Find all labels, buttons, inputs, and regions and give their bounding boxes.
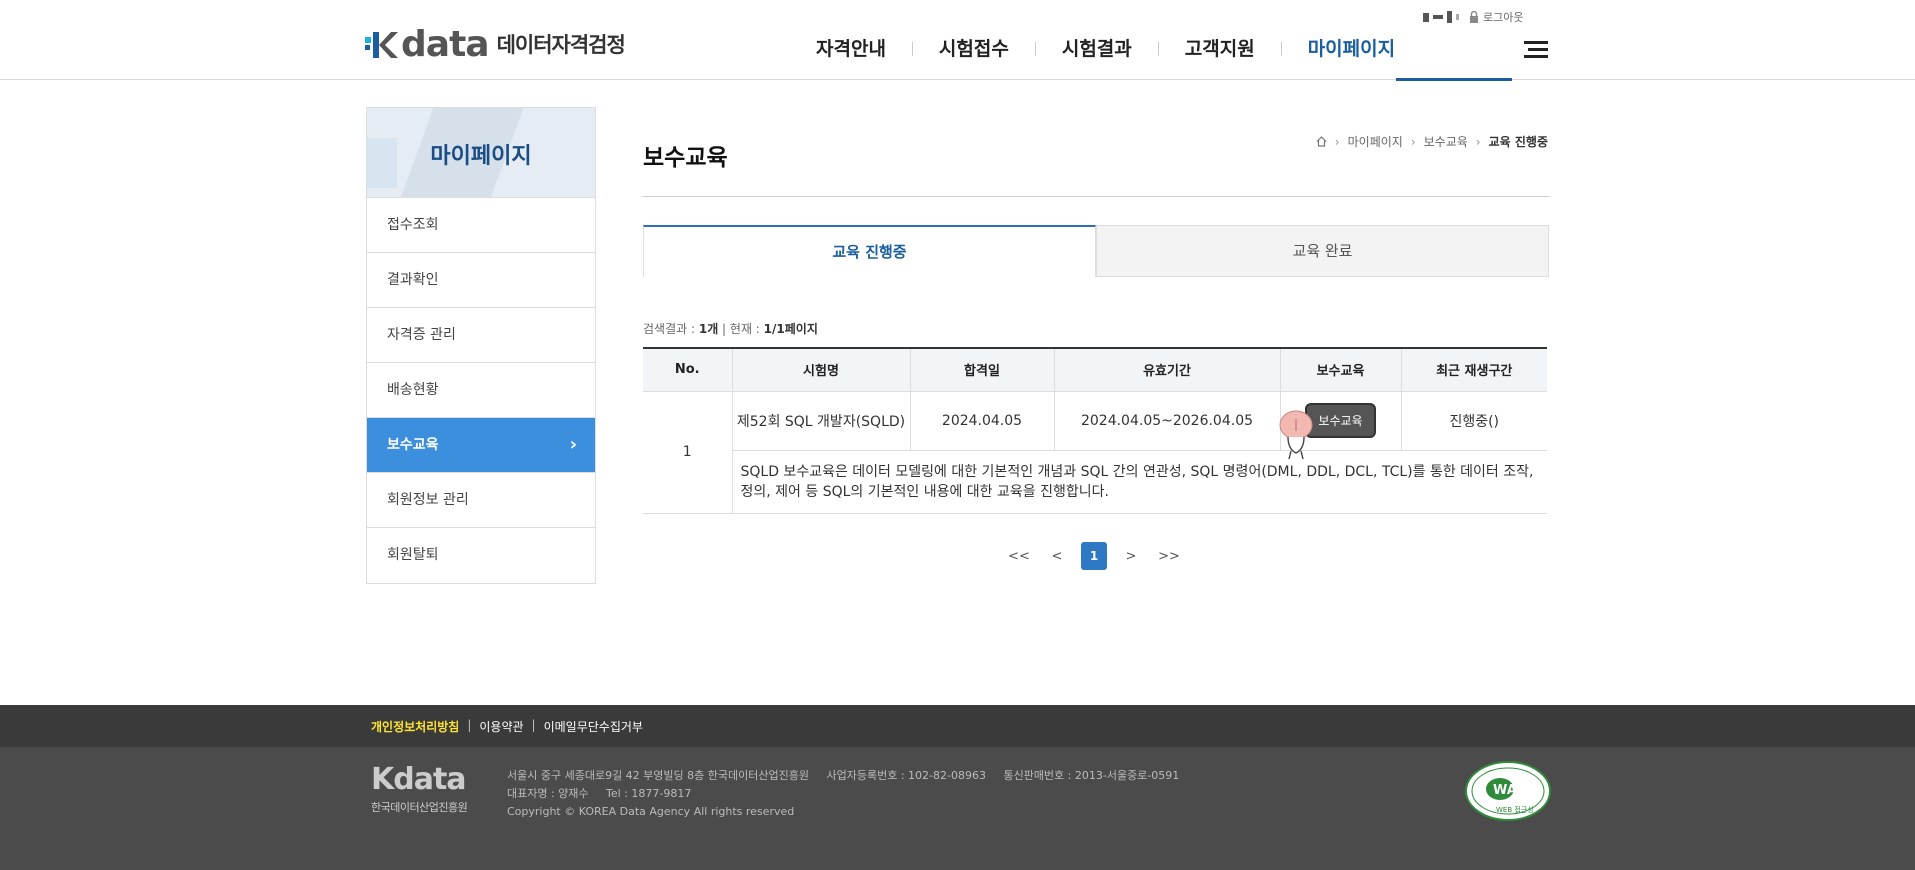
breadcrumb-current: 교육 진행중 (1488, 135, 1548, 149)
footer-logo-wordmark: Kdata (371, 762, 467, 797)
result-divider: | 현재 : (718, 322, 764, 336)
nav-item-mypage[interactable]: 마이페이지 (1282, 36, 1421, 62)
footer-links: 개인정보처리방침 | 이용약관 | 이메일무단수집거부 (371, 718, 643, 735)
cell-validity: 2024.04.05~2026.04.05 (1053, 391, 1280, 451)
result-count: 검색결과 : 1개 | 현재 : 1/1페이지 (643, 320, 818, 337)
pagination: << < 1 > >> (1000, 542, 1188, 570)
cell-description: SQLD 보수교육은 데이터 모델링에 대한 기본적인 개념과 SQL 간의 연… (731, 450, 1547, 514)
sidebar: 마이페이지 접수조회 결과확인 자격증 관리 배송현황 보수교육 › 회원정보 … (366, 107, 596, 584)
result-count-value: 1개 (698, 322, 719, 336)
result-page-value: 1/1페이지 (763, 322, 818, 336)
nav-item-support[interactable]: 고객지원 (1159, 36, 1281, 62)
svg-text:WEB 접근성: WEB 접근성 (1496, 805, 1534, 814)
nav-item-qualification-info[interactable]: 자격안내 (790, 36, 912, 62)
column-header-exam: 시험명 (731, 347, 910, 392)
column-header-validity: 유효기간 (1053, 347, 1280, 392)
active-nav-indicator (1396, 78, 1512, 81)
logout-link[interactable]: 로그아웃 (1483, 9, 1523, 25)
column-header-no: No. (643, 347, 732, 392)
footer-mailorder: 통신판매번호 : 2013-서울중로-0591 (1003, 769, 1180, 782)
cell-exam-name: 제52회 SQL 개발자(SQLD) (731, 391, 910, 451)
logo-service-name: 데이터자격검정 (496, 33, 626, 57)
page-next-button[interactable]: > (1117, 549, 1145, 564)
column-header-education: 보수교육 (1279, 347, 1401, 392)
table-row-description: SQLD 보수교육은 데이터 모델링에 대한 기본적인 개념과 SQL 간의 연… (643, 450, 1547, 514)
sidebar-item-continuing-education[interactable]: 보수교육 › (367, 418, 595, 473)
education-tabs: 교육 진행중 교육 완료 (643, 225, 1549, 277)
page-current[interactable]: 1 (1081, 542, 1107, 570)
home-icon[interactable] (1316, 136, 1327, 147)
footer-link-terms[interactable]: 이용약관 (479, 718, 523, 735)
tab-in-progress[interactable]: 교육 진행중 (643, 225, 1096, 277)
footer: Kdata 한국데이터산업진흥원 서울시 중구 세종대로9길 42 부영빌딩 8… (0, 747, 1915, 870)
column-header-recent-section: 최근 재생구간 (1400, 347, 1547, 392)
cell-recent-section: 진행중() (1400, 391, 1547, 451)
logo-wordmark: data (401, 24, 490, 65)
result-label: 검색결과 : (643, 322, 699, 336)
sidebar-header: 마이페이지 (367, 108, 595, 198)
footer-logo-name: 한국데이터산업진흥원 (371, 801, 468, 814)
main-nav: 자격안내 시험접수 시험결과 고객지원 마이페이지 (790, 36, 1421, 62)
chevron-right-icon: › (1475, 134, 1481, 149)
svg-text:WA: WA (1493, 783, 1517, 798)
table-header-row: No. 시험명 합격일 유효기간 보수교육 최근 재생구간 (643, 347, 1547, 392)
nav-item-exam-registration[interactable]: 시험접수 (913, 36, 1035, 62)
title-divider (643, 196, 1549, 197)
footer-copyright: Copyright © KOREA Data Agency All rights… (507, 805, 795, 818)
sidebar-item-label: 보수교육 (387, 437, 439, 453)
column-header-pass-date: 합격일 (909, 347, 1054, 392)
page-last-button[interactable]: >> (1155, 549, 1183, 564)
footer-bizno: 사업자등록번호 : 102-82-08963 (826, 769, 986, 782)
breadcrumb-item[interactable]: 보수교육 (1424, 133, 1468, 150)
font-size-icon[interactable] (1423, 11, 1459, 23)
footer-links-bar: 개인정보처리방침 | 이용약관 | 이메일무단수집거부 (0, 705, 1915, 747)
footer-link-privacy[interactable]: 개인정보처리방침 (371, 718, 459, 735)
table-row: 1 제52회 SQL 개발자(SQLD) 2024.04.05 2024.04.… (643, 391, 1547, 514)
hamburger-menu-icon[interactable] (1524, 41, 1548, 58)
web-accessibility-badge-icon: WA WEB 접근성 (1465, 761, 1551, 821)
hand-cursor-icon (1279, 410, 1313, 460)
chevron-right-icon: › (1334, 134, 1340, 149)
tab-completed[interactable]: 교육 완료 (1096, 225, 1549, 277)
footer-link-email-refusal[interactable]: 이메일무단수집거부 (544, 718, 643, 735)
k-logo-icon (365, 32, 398, 58)
breadcrumb-item[interactable]: 마이페이지 (1348, 133, 1403, 150)
site-header: data 데이터자격검정 로그아웃 자격안내 시험접수 시험결과 고객지원 마이… (0, 0, 1915, 81)
sidebar-item-withdraw[interactable]: 회원탈퇴 (367, 528, 595, 583)
footer-address: 서울시 중구 세종대로9길 42 부영빌딩 8층 한국데이터산업진흥원 (507, 769, 809, 782)
cell-pass-date: 2024.04.05 (909, 391, 1054, 451)
footer-divider: | (467, 718, 472, 732)
sidebar-item-certificate-management[interactable]: 자격증 관리 (367, 308, 595, 363)
nav-item-exam-results[interactable]: 시험결과 (1036, 36, 1158, 62)
site-logo[interactable]: data 데이터자격검정 (365, 24, 626, 65)
sidebar-item-registration-inquiry[interactable]: 접수조회 (367, 198, 595, 253)
sidebar-item-member-info[interactable]: 회원정보 관리 (367, 473, 595, 528)
cell-no: 1 (643, 391, 732, 514)
page-prev-button[interactable]: < (1043, 549, 1071, 564)
lock-icon (1470, 11, 1478, 23)
page-first-button[interactable]: << (1005, 549, 1033, 564)
sidebar-item-result-check[interactable]: 결과확인 (367, 253, 595, 308)
footer-ceo: 대표자명 : 양재수 (507, 787, 589, 800)
utility-bar: 로그아웃 (1423, 9, 1523, 25)
chevron-right-icon: › (569, 434, 577, 455)
sidebar-item-delivery-status[interactable]: 배송현황 (367, 363, 595, 418)
education-table: No. 시험명 합격일 유효기간 보수교육 최근 재생구간 1 제52회 SQL… (643, 347, 1547, 514)
page-title: 보수교육 (643, 145, 728, 171)
footer-divider: | (531, 718, 536, 732)
sidebar-title: 마이페이지 (430, 144, 532, 169)
footer-logo: Kdata 한국데이터산업진흥원 (371, 765, 496, 815)
footer-tel: Tel : 1877-9817 (606, 787, 692, 800)
footer-info: 서울시 중구 세종대로9길 42 부영빌딩 8층 한국데이터산업진흥원 사업자등… (507, 767, 1179, 821)
breadcrumb: › 마이페이지 › 보수교육 › 교육 진행중 (1316, 133, 1548, 150)
chevron-right-icon: › (1410, 134, 1416, 149)
